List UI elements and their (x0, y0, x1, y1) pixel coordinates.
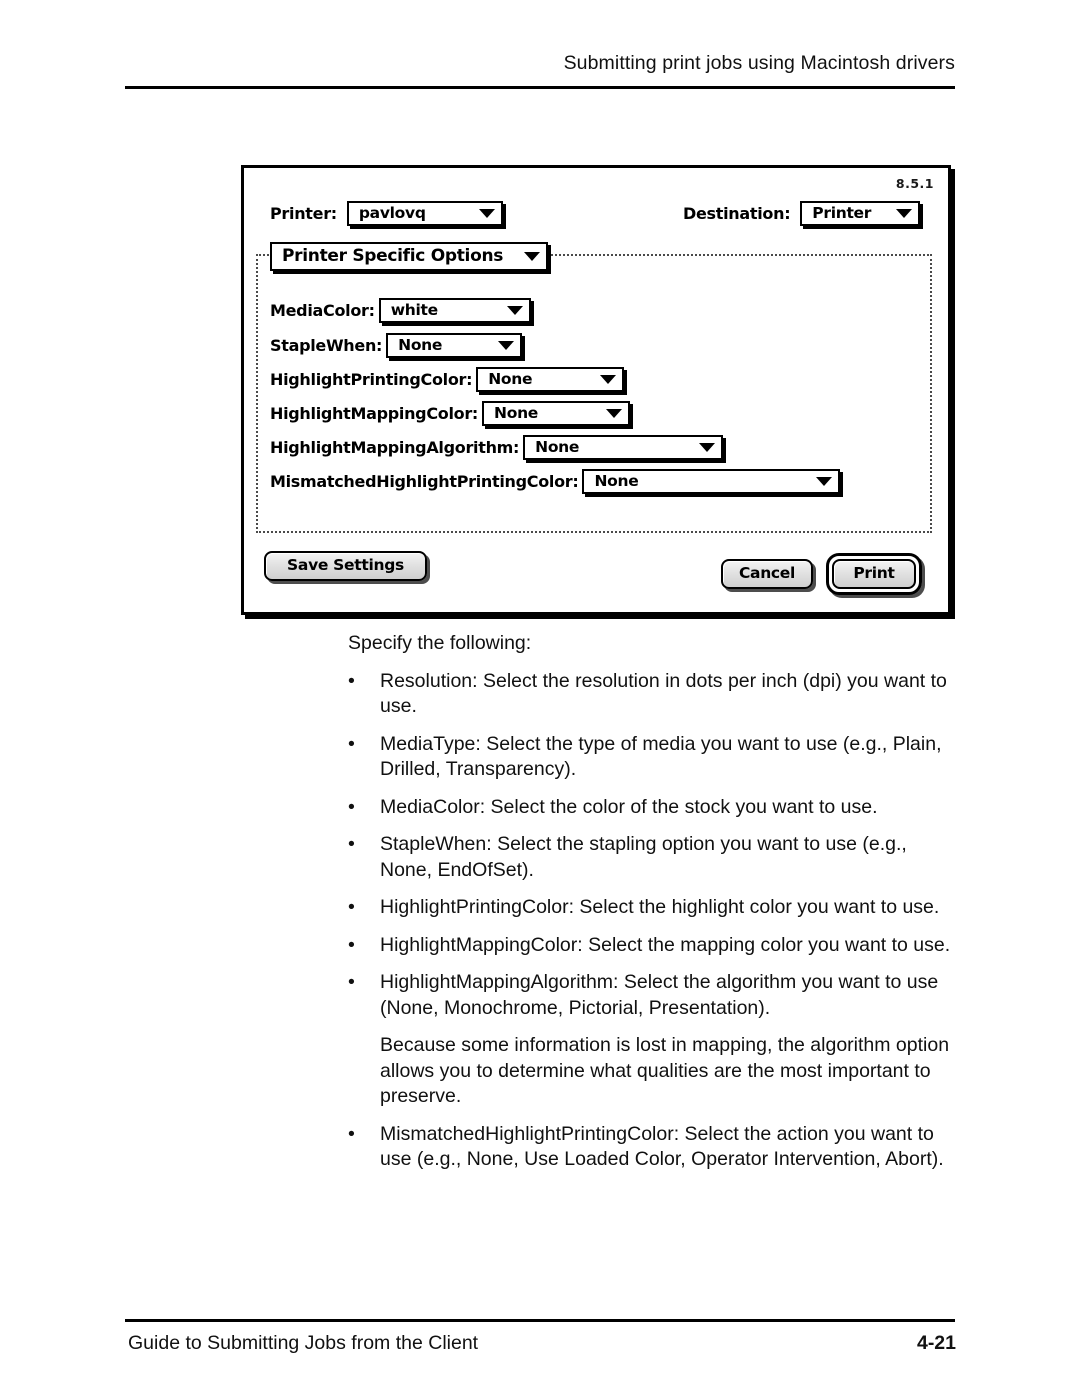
chevron-down-icon (816, 477, 833, 486)
destination-popup[interactable]: Printer (800, 201, 921, 226)
staplewhen-label: StapleWhen: (270, 335, 383, 355)
list-item: • MediaColor: Select the color of the st… (348, 795, 960, 821)
bullet-icon: • (348, 833, 355, 855)
bullet-icon: • (348, 896, 355, 918)
note-paragraph: Because some information is lost in mapp… (380, 1034, 950, 1107)
mediacolor-popup-value: white (390, 300, 438, 319)
header-rule (125, 86, 955, 89)
chevron-down-icon (600, 375, 617, 384)
footer-rule (125, 1319, 955, 1322)
highlightmappingalgorithm-popup[interactable]: None (523, 435, 724, 460)
mediacolor-field-row: MediaColor: white (270, 298, 531, 323)
pane-selector-popup[interactable]: Printer Specific Options (270, 242, 548, 271)
cancel-button-label: Cancel (738, 564, 796, 583)
highlightmappingalgorithm-field-row: HighlightMappingAlgorithm: None (270, 435, 724, 460)
list-item: • StapleWhen: Select the stapling option… (348, 832, 960, 883)
list-item-text: HighlightPrintingColor: Select the highl… (380, 896, 940, 918)
list-item-text: HighlightMappingAlgorithm: Select the al… (380, 971, 939, 1019)
staplewhen-popup-value: None (398, 335, 443, 354)
list-item-text: StapleWhen: Select the stapling option y… (380, 833, 907, 881)
list-item: • Resolution: Select the resolution in d… (348, 669, 960, 720)
mismatchedhighlightprintingcolor-popup-value: None (594, 471, 639, 490)
list-item-text: Resolution: Select the resolution in dot… (380, 669, 947, 718)
driver-version-label: 8.5.1 (895, 176, 934, 191)
highlightmappingcolor-popup[interactable]: None (482, 401, 631, 426)
highlightprintingcolor-field-row: HighlightPrintingColor: None (270, 367, 625, 392)
chevron-down-icon (498, 341, 515, 350)
staplewhen-popup[interactable]: None (386, 333, 523, 358)
bullet-icon: • (348, 1122, 355, 1145)
print-button-label: Print (853, 564, 895, 583)
list-item: • MismatchedHighlightPrintingColor: Sele… (348, 1122, 960, 1173)
printer-popup-value: pavlovq (358, 203, 426, 222)
bullet-icon: • (348, 732, 355, 755)
list-item-text: HighlightMappingColor: Select the mappin… (380, 933, 951, 956)
pane-selector-row: Printer Specific Options (270, 242, 548, 271)
pane-selector-value: Printer Specific Options (282, 246, 504, 266)
footer-page-number: 4-21 (916, 1332, 956, 1354)
mediacolor-popup[interactable]: white (378, 298, 531, 323)
highlightmappingcolor-field-row: HighlightMappingColor: None (270, 401, 631, 426)
list-item-text: MismatchedHighlightPrintingColor: Select… (380, 1122, 944, 1171)
bullet-icon: • (348, 933, 355, 956)
chevron-down-icon (524, 252, 540, 261)
mismatchedhighlightprintingcolor-popup[interactable]: None (582, 469, 841, 494)
page-header-title: Submitting print jobs using Macintosh dr… (563, 52, 955, 74)
mediacolor-label: MediaColor: (270, 300, 375, 320)
destination-popup-value: Printer (812, 203, 872, 222)
staplewhen-field-row: StapleWhen: None (270, 333, 523, 358)
print-dialog: 8.5.1 Printer: pavlovq Destination: Prin… (241, 165, 951, 615)
printer-popup[interactable]: pavlovq (346, 201, 503, 226)
chevron-down-icon (506, 306, 523, 315)
destination-field-row: Destination: Printer (683, 201, 921, 226)
chevron-down-icon (606, 409, 623, 418)
highlightprintingcolor-label: HighlightPrintingColor: (270, 369, 473, 389)
highlightprintingcolor-popup-value: None (488, 369, 533, 388)
highlightmappingcolor-label: HighlightMappingColor: (270, 403, 479, 423)
intro-paragraph: Specify the following: (348, 632, 532, 654)
mismatchedhighlightprintingcolor-label: MismatchedHighlightPrintingColor: (270, 471, 579, 491)
list-item: • HighlightPrintingColor: Select the hig… (348, 895, 960, 921)
chevron-down-icon (896, 209, 913, 218)
chevron-down-icon (478, 209, 495, 218)
mismatchedhighlightprintingcolor-field-row: MismatchedHighlightPrintingColor: None (270, 469, 841, 494)
cancel-button[interactable]: Cancel (721, 559, 813, 589)
highlightmappingcolor-popup-value: None (494, 403, 539, 422)
printer-field-row: Printer: pavlovq (270, 201, 503, 226)
highlightprintingcolor-popup[interactable]: None (476, 367, 625, 392)
destination-label: Destination: (683, 203, 791, 223)
save-settings-button-label: Save Settings (287, 556, 404, 575)
bullet-icon: • (348, 669, 355, 692)
save-settings-button[interactable]: Save Settings (264, 551, 427, 581)
bullet-icon: • (348, 971, 355, 993)
list-item: • MediaType: Select the type of media yo… (348, 732, 960, 783)
body-copy: Specify the following: • Resolution: Sel… (348, 631, 960, 1185)
highlightmappingalgorithm-label: HighlightMappingAlgorithm: (270, 437, 520, 457)
printer-label: Printer: (270, 203, 337, 223)
list-item-text: MediaColor: Select the color of the stoc… (380, 795, 878, 818)
print-button[interactable]: Print (832, 559, 916, 589)
chevron-down-icon (699, 443, 716, 452)
footer-title: Guide to Submitting Jobs from the Client (128, 1332, 479, 1354)
bullet-icon: • (348, 795, 355, 818)
highlightmappingalgorithm-popup-value: None (535, 437, 580, 456)
list-item-text: MediaType: Select the type of media you … (380, 732, 942, 781)
list-item: • HighlightMappingAlgorithm: Select the … (348, 970, 960, 1021)
list-item: • HighlightMappingColor: Select the mapp… (348, 933, 960, 959)
